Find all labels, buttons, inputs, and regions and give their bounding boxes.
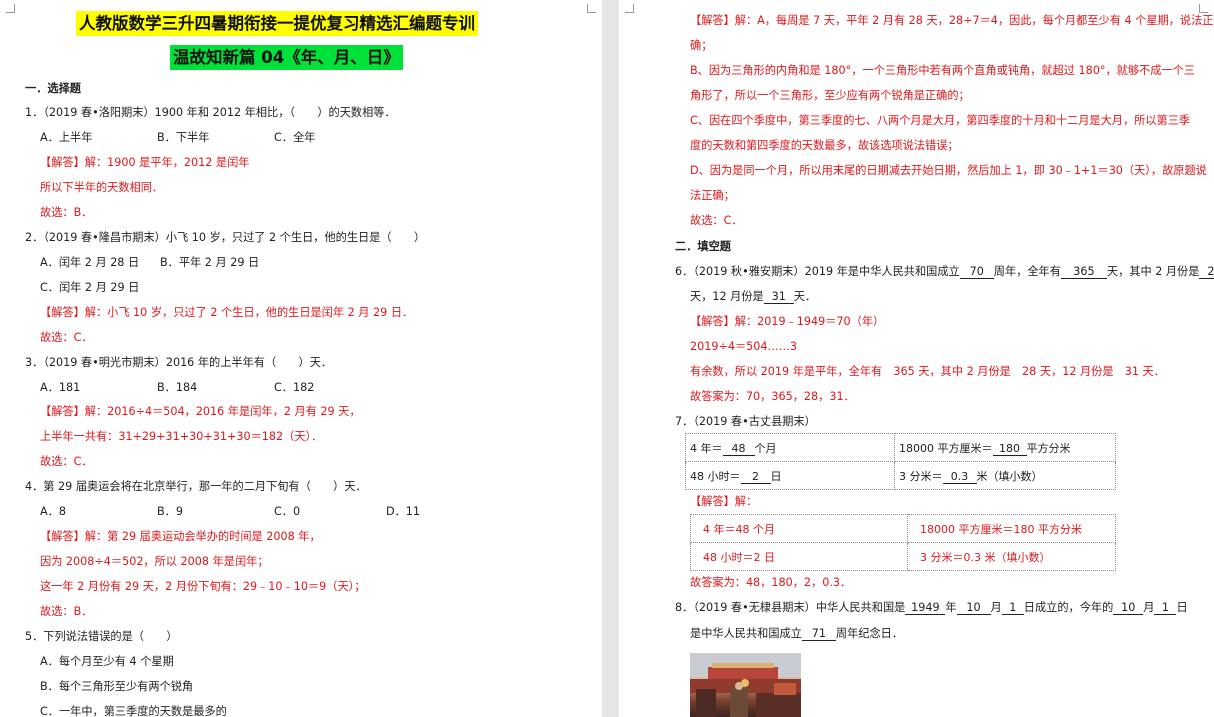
analysis-line: 【解答】解：A，每周是 7 天，平年 2 月有 28 天，28÷7＝4，因此，每… [690, 14, 1214, 27]
option: C．一年中，第三季度的天数是最多的 [40, 705, 227, 717]
fill-blank-answer: 10 [1113, 602, 1144, 615]
analysis-line: 故选：C． [40, 331, 93, 344]
option: B．9 [157, 505, 183, 518]
analysis-line: 有余数，所以 2019 年是平年，全年有 365 天，其中 2 月份是 28 天… [690, 365, 1165, 378]
analysis-line: 故答案为：70，365，28，31． [690, 390, 855, 403]
analysis-line: 【解答】解：1900 是平年，2012 是闰年 [40, 156, 250, 169]
analysis-line: D、因为是同一个月，所以用末尾的日期减去开始日期，然后加上 1，即 30﹣1+1… [690, 164, 1207, 177]
question-stem: 4．第 29 届奥运会将在北京举行，那一年的二月下旬有（ ）天． [25, 480, 367, 493]
analysis-line: 【解答】解：小飞 10 岁，只过了 2 个生日，他的生日是闰年 2 月 29 日… [40, 306, 414, 319]
photo-illustration [690, 653, 801, 717]
option: B．平年 2 月 29 日 [160, 256, 260, 269]
option: B．每个三角形至少有两个锐角 [40, 680, 194, 693]
question-stem: 7．（2019 春•古丈县期末） [675, 415, 816, 428]
analysis-line: 【解答】解：2019﹣1949＝70（年） [690, 315, 885, 328]
fill-blank-answer: 70 [959, 266, 994, 279]
option: C．0 [274, 505, 301, 518]
question-stem-continued: 是中华人民共和国成立 71 周年纪念日． [690, 627, 904, 641]
section-heading: 二．填空题 [675, 240, 731, 253]
table-cell: 3 分米＝ 0.3 米（填小数） [894, 461, 1116, 490]
analysis-line: B、因为三角形的内角和是 180°，一个三角形中若有两个直角或钝角，就超过 18… [690, 64, 1195, 77]
option: A．闰年 2 月 28 日 [40, 256, 140, 269]
fill-blank-answer: 1949 [905, 602, 946, 615]
question-stem: 6．（2019 秋•雅安期末）2019 年是中华人民共和国成立 70 周年，全年有 3… [675, 265, 1214, 279]
fill-blank-answer: 180 [992, 442, 1027, 456]
option: C．闰年 2 月 29 日 [40, 281, 140, 294]
fill-blank-answer: 0.3 [942, 470, 977, 484]
fill-blank-answer: 48 [722, 442, 755, 456]
analysis-line: 故选：C． [690, 214, 743, 227]
question-stem: 3．（2019 春•明光市期末）2016 年的上半年有（ ）天． [25, 356, 333, 369]
question-table: 4 年＝ 48 个月 18000 平方厘米＝ 180 平方分米 48 小时＝ 2 日 3 分… [685, 433, 1116, 490]
fill-blank-answer: 10 [956, 602, 991, 615]
table-row: 48 小时＝2 日 3 分米＝0.3 米（填小数） [690, 542, 1116, 571]
founding-ceremony-photo [690, 653, 801, 717]
option: D．11 [386, 505, 421, 518]
question-stem: 1．（2019 春•洛阳期末）1900 年和 2012 年相比，（ ）的天数相等… [25, 106, 396, 119]
analysis-line: 故选：B． [40, 206, 93, 219]
analysis-line: 【解答】解：2016÷4＝504，2016 年是闰年，2 月有 29 天， [40, 405, 361, 418]
option: B．184 [157, 381, 198, 394]
table-cell: 3 分米＝0.3 米（填小数） [907, 542, 1116, 571]
fill-blank-answer: 365 [1060, 266, 1107, 279]
analysis-label: 【解答】解： [690, 495, 758, 508]
analysis-line: 这一年 2 月份有 29 天，2 月份下旬有：29﹣10﹣10＝9（天）； [40, 580, 366, 593]
analysis-line: C、因在四个季度中，第三季度的七、八两个月是大月，第四季度的十月和十二月是大月，… [690, 114, 1191, 127]
margin-corner-mark [625, 4, 634, 13]
analysis-line: 法正确； [690, 189, 735, 202]
option: A．上半年 [40, 131, 93, 144]
fill-blank-answer: 1 [1001, 602, 1024, 615]
table-row: 48 小时＝ 2 日 3 分米＝ 0.3 米（填小数） [685, 461, 1116, 490]
table-cell: 4 年＝ 48 个月 [685, 433, 895, 462]
analysis-line: 角形了，所以一个三角形，至少应有两个锐角是正确的； [690, 89, 970, 102]
margin-corner-mark [6, 4, 15, 13]
margin-corner-mark [1199, 4, 1208, 13]
analysis-table: 4 年＝48 个月 18000 平方厘米＝180 平方分米 48 小时＝2 日 … [690, 514, 1116, 571]
option: C．全年 [274, 131, 316, 144]
question-stem: 8．（2019 春•无棣县期末）中华人民共和国是 1949 年 10 月 1 日成立的，今年… [675, 601, 1188, 615]
fill-blank-answer: 28 [1199, 266, 1214, 279]
fill-blank-answer: 31 [763, 291, 794, 304]
option: A．每个月至少有 4 个星期 [40, 655, 174, 668]
analysis-line: 故选：C． [40, 455, 93, 468]
option: B．下半年 [157, 131, 210, 144]
question-stem: 5．下列说法错误的是（ ） [25, 630, 178, 643]
table-cell: 18000 平方厘米＝ 180 平方分米 [894, 433, 1116, 462]
analysis-line: 因为 2008÷4＝502，所以 2008 年是闰年； [40, 555, 269, 568]
margin-corner-mark [587, 4, 596, 13]
analysis-line: 度的天数和第四季度的天数最多，故该选项说法错误； [690, 139, 959, 152]
document-title: 人教版数学三升四暑期衔接一提优复习精选汇编题专训 [76, 11, 478, 36]
option: A．181 [40, 381, 81, 394]
option: A．8 [40, 505, 66, 518]
analysis-line: 【解答】解：第 29 届奥运动会举办的时间是 2008 年， [40, 530, 321, 543]
analysis-line: 故答案为：48，180，2，0.3． [690, 576, 852, 589]
analysis-line: 上半年一共有：31+29+31+30+31+30＝182（天）． [40, 430, 323, 443]
question-stem: 2．（2019 春•隆昌市期末）小飞 10 岁，只过了 2 个生日，他的生日是（… [25, 231, 426, 244]
analysis-line: 所以下半年的天数相同． [40, 181, 164, 194]
analysis-line: 故选：B． [40, 605, 93, 618]
section-heading: 一．选择题 [25, 82, 81, 95]
left-page: 人教版数学三升四暑期衔接一提优复习精选汇编题专训 温故知新篇 04《年、月、日》… [0, 0, 602, 717]
analysis-line: 确； [690, 39, 713, 52]
fill-blank-answer: 1 [1154, 602, 1177, 615]
page-gutter [602, 0, 619, 717]
table-row: 4 年＝48 个月 18000 平方厘米＝180 平方分米 [690, 514, 1116, 543]
fill-blank-answer: 71 [801, 628, 836, 641]
right-page: 【解答】解：A，每周是 7 天，平年 2 月有 28 天，28÷7＝4，因此，每… [619, 0, 1214, 717]
table-cell: 4 年＝48 个月 [690, 514, 908, 543]
analysis-line: 2019÷4＝504……3 [690, 340, 797, 353]
table-cell: 48 小时＝2 日 [690, 542, 908, 571]
option: C．182 [274, 381, 315, 394]
table-cell: 18000 平方厘米＝180 平方分米 [907, 514, 1116, 543]
document-subtitle: 温故知新篇 04《年、月、日》 [170, 45, 403, 70]
question-stem-continued: 天，12 月份是 31 天． [690, 290, 817, 304]
fill-blank-answer: 2 [740, 470, 771, 484]
table-cell: 48 小时＝ 2 日 [685, 461, 895, 490]
table-row: 4 年＝ 48 个月 18000 平方厘米＝ 180 平方分米 [685, 433, 1116, 462]
